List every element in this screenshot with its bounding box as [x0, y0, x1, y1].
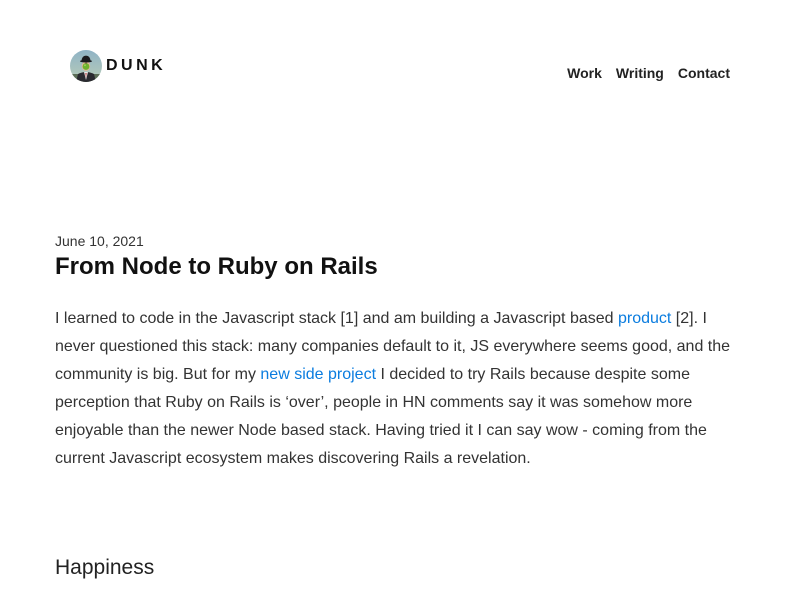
post-title: From Node to Ruby on Rails	[55, 253, 378, 280]
site-header: DUNK Work Writing Contact	[0, 0, 800, 120]
article: June 10, 2021 From Node to Ruby on Rails…	[55, 232, 745, 581]
nav-link-writing[interactable]: Writing	[616, 64, 664, 82]
body-text-1: I learned to code in the Javascript stac…	[55, 310, 618, 327]
brand-name: DUNK	[106, 57, 167, 74]
section-heading-happiness: Happiness	[55, 556, 155, 579]
nav-link-work[interactable]: Work	[567, 64, 602, 82]
man-in-bowler-hat-avatar-icon	[70, 50, 102, 82]
nav-link-contact[interactable]: Contact	[678, 64, 730, 82]
brand-home-link[interactable]: DUNK	[70, 50, 166, 82]
post-body-paragraph: I learned to code in the Javascript stac…	[55, 305, 745, 473]
new-side-project-link[interactable]: new side project	[260, 366, 376, 383]
main-nav: Work Writing Contact	[567, 64, 730, 82]
post-date: June 10, 2021	[55, 233, 144, 249]
product-link[interactable]: product	[618, 310, 671, 327]
